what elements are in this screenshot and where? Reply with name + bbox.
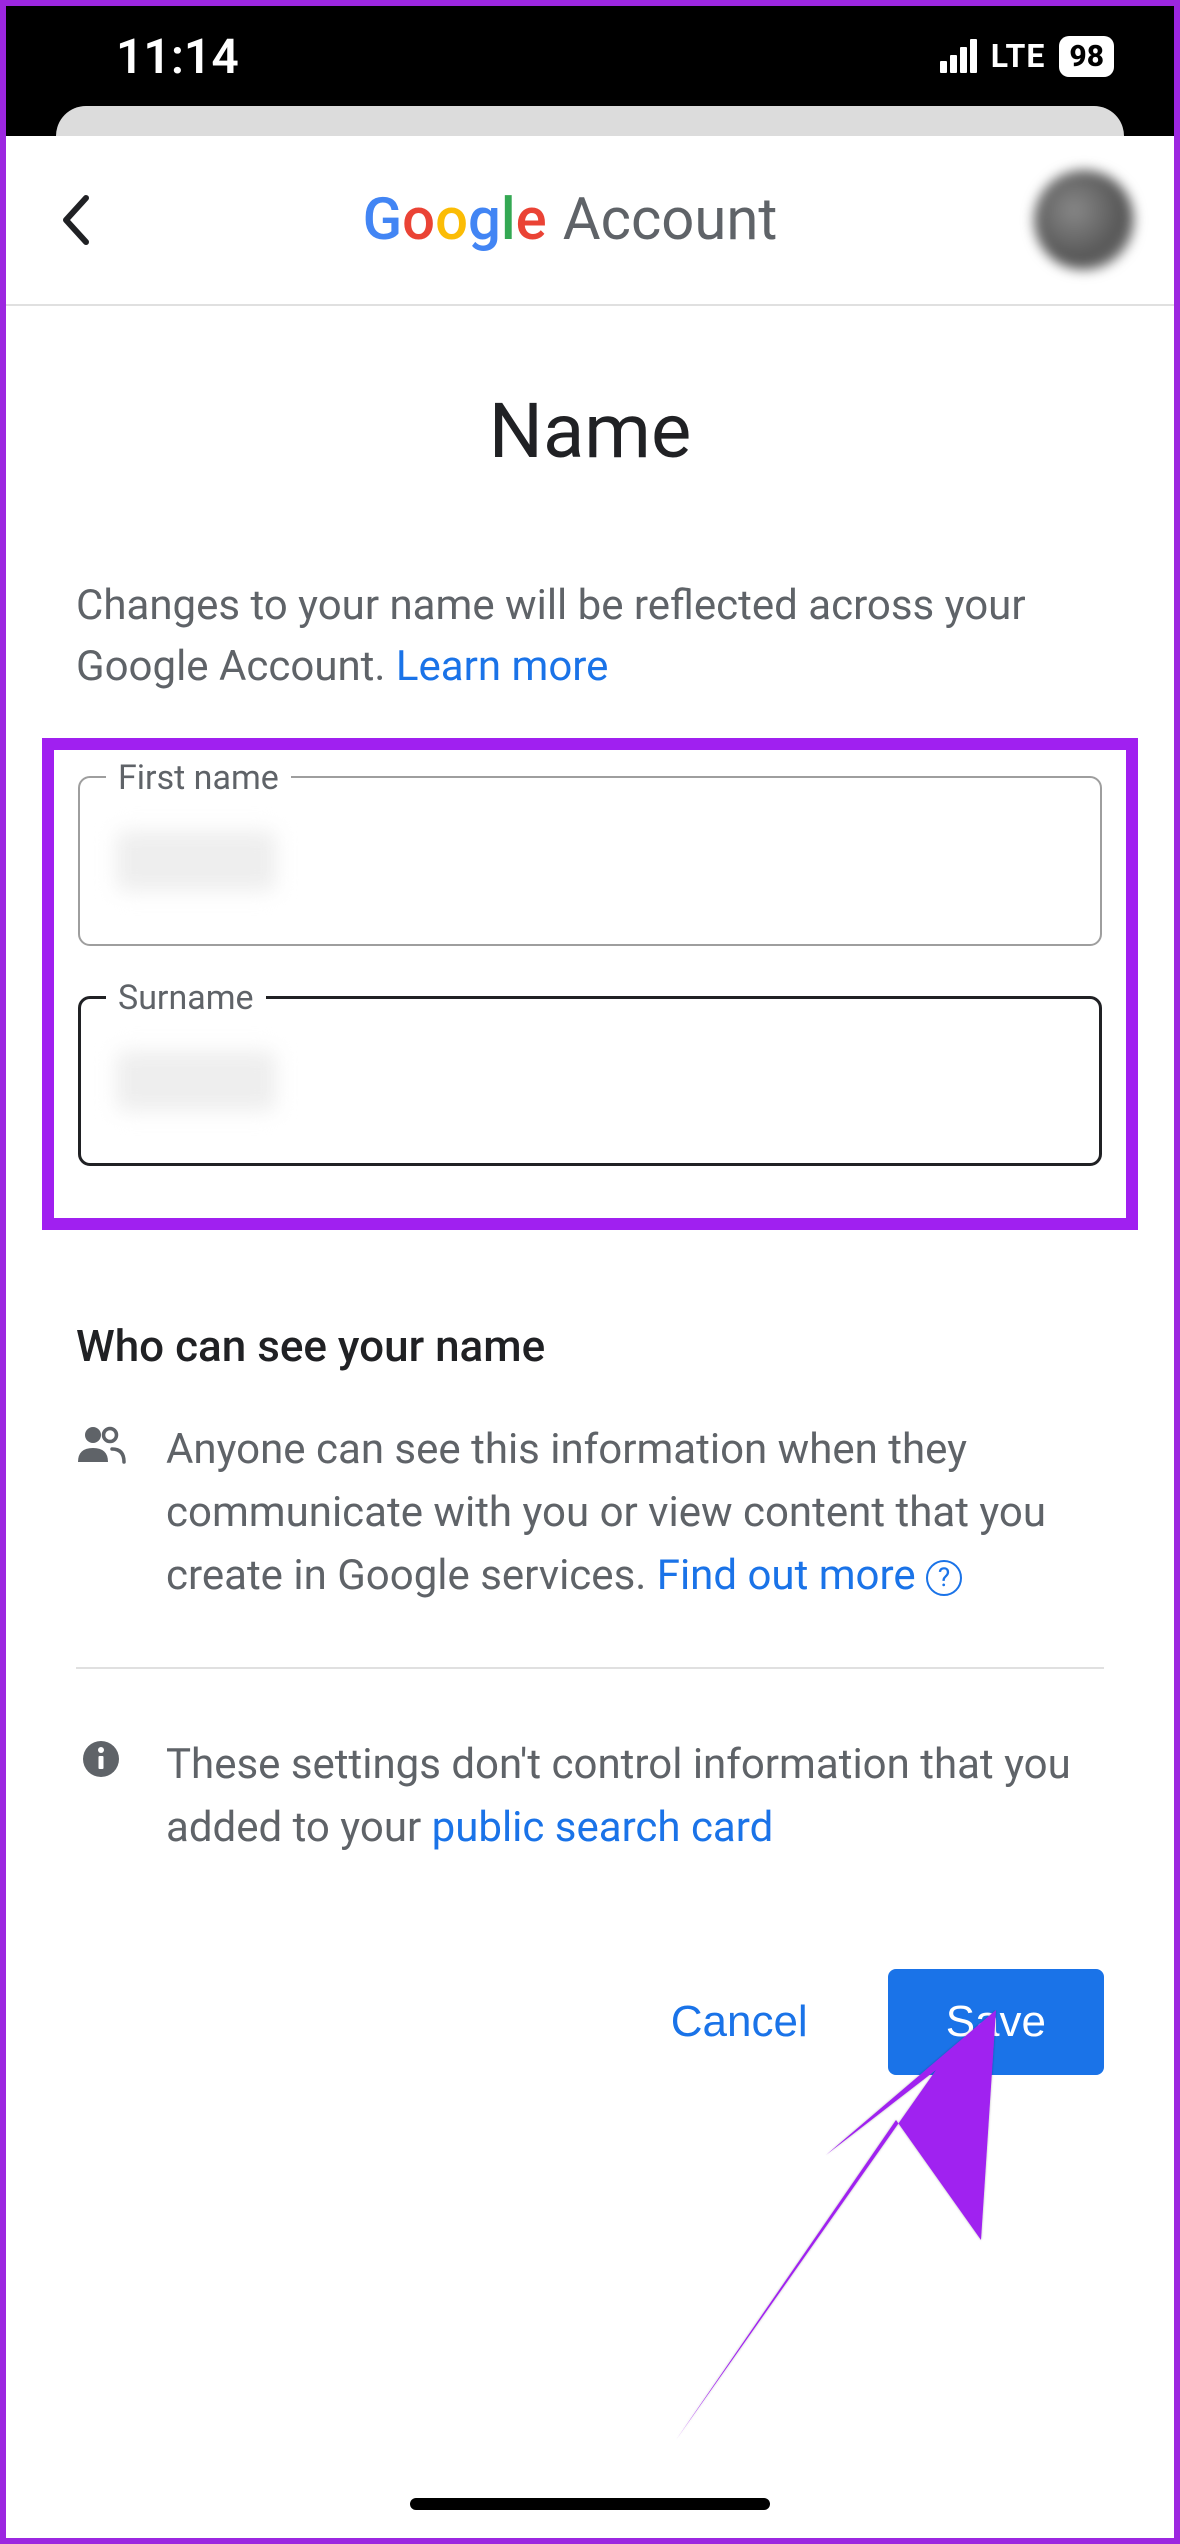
info-note-text: These settings don't control information…: [166, 1733, 1104, 1859]
surname-blurred-value: [116, 1051, 276, 1111]
home-indicator[interactable]: [410, 2498, 770, 2510]
account-label: Account: [563, 186, 778, 254]
battery-level: 98: [1059, 36, 1114, 77]
name-fields-highlight: First name Surname: [42, 738, 1138, 1230]
google-account-logo: Google Account: [106, 186, 1034, 254]
save-button[interactable]: Save: [888, 1969, 1104, 2075]
status-time: 11:14: [116, 28, 239, 85]
action-buttons: Cancel Save: [76, 1969, 1104, 2075]
info-note-row: These settings don't control information…: [76, 1733, 1104, 1859]
learn-more-link[interactable]: Learn more: [396, 642, 608, 691]
first-name-blurred-value: [116, 831, 276, 891]
main-content: Name Changes to your name will be reflec…: [6, 306, 1174, 2075]
screen-frame: 11:14 LTE 98 Google Account: [0, 0, 1180, 2544]
status-right: LTE 98: [940, 36, 1114, 77]
surname-label: Surname: [106, 978, 266, 1018]
cancel-button[interactable]: Cancel: [639, 1969, 840, 2075]
signal-icon: [940, 39, 977, 73]
info-icon: [76, 1733, 126, 1859]
visibility-row: Anyone can see this information when the…: [76, 1418, 1104, 1607]
google-logo-text: Google: [363, 186, 547, 254]
surname-field-wrap: Surname: [78, 996, 1102, 1166]
find-out-more-link[interactable]: Find out more ?: [657, 1551, 962, 1600]
first-name-field-wrap: First name: [78, 776, 1102, 946]
page-title: Name: [76, 386, 1104, 476]
first-name-label: First name: [106, 758, 291, 798]
help-icon: ?: [926, 1560, 962, 1596]
section-divider: [76, 1667, 1104, 1669]
network-type: LTE: [991, 37, 1046, 75]
back-button[interactable]: [46, 190, 106, 250]
chevron-left-icon: [60, 194, 92, 246]
name-change-description: Changes to your name will be reflected a…: [76, 576, 1104, 698]
visibility-heading: Who can see your name: [76, 1320, 1104, 1372]
public-search-card-link[interactable]: public search card: [432, 1803, 774, 1852]
profile-avatar[interactable]: [1034, 170, 1134, 270]
visibility-description: Anyone can see this information when the…: [166, 1418, 1104, 1607]
app-header: Google Account: [6, 136, 1174, 306]
annotation-arrow-icon: [636, 2010, 1056, 2450]
people-icon: [76, 1418, 126, 1607]
